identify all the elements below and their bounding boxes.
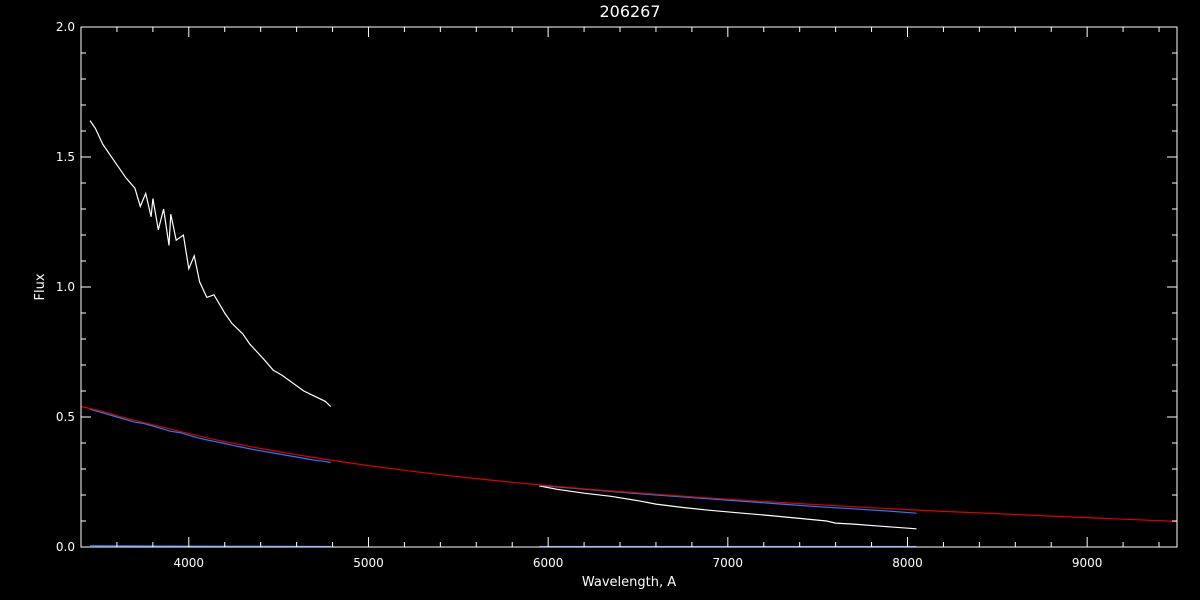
x-tick-label: 9000 xyxy=(1072,556,1103,570)
x-tick-label: 5000 xyxy=(353,556,384,570)
y-tick-label: 1.5 xyxy=(56,150,75,164)
series-line-5 xyxy=(89,545,331,548)
y-tick-label: 2.0 xyxy=(56,20,75,34)
chart-title: 206267 xyxy=(599,2,660,21)
series-line-1 xyxy=(89,120,332,408)
chart-container: 206267 4000 5000 6000 7000 8000 9000 0.0 0.5 1.0… xyxy=(0,0,1200,600)
y-tick-label: 0.5 xyxy=(56,410,75,424)
x-axis-title: Wavelength, A xyxy=(582,575,676,590)
y-axis-title: Flux xyxy=(33,273,48,300)
x-tick-label: 7000 xyxy=(713,556,744,570)
x-tick-label: 6000 xyxy=(533,556,564,570)
y-tick-label: 1.0 xyxy=(56,280,75,294)
chart-marks xyxy=(80,120,1178,548)
x-tick-label: 8000 xyxy=(892,556,923,570)
x-tick-label: 4000 xyxy=(174,556,205,570)
y-tick-label: 0.0 xyxy=(56,540,75,554)
plot-frame xyxy=(80,26,1178,548)
series-line-7 xyxy=(80,406,1178,523)
spectrum-chart: 206267 4000 5000 6000 7000 8000 9000 0.0 0.5 1.0… xyxy=(33,2,1178,590)
axis-ticks: 4000 5000 6000 7000 8000 9000 0.0 0.5 1.0 1.5 2.0 xyxy=(56,20,1177,570)
